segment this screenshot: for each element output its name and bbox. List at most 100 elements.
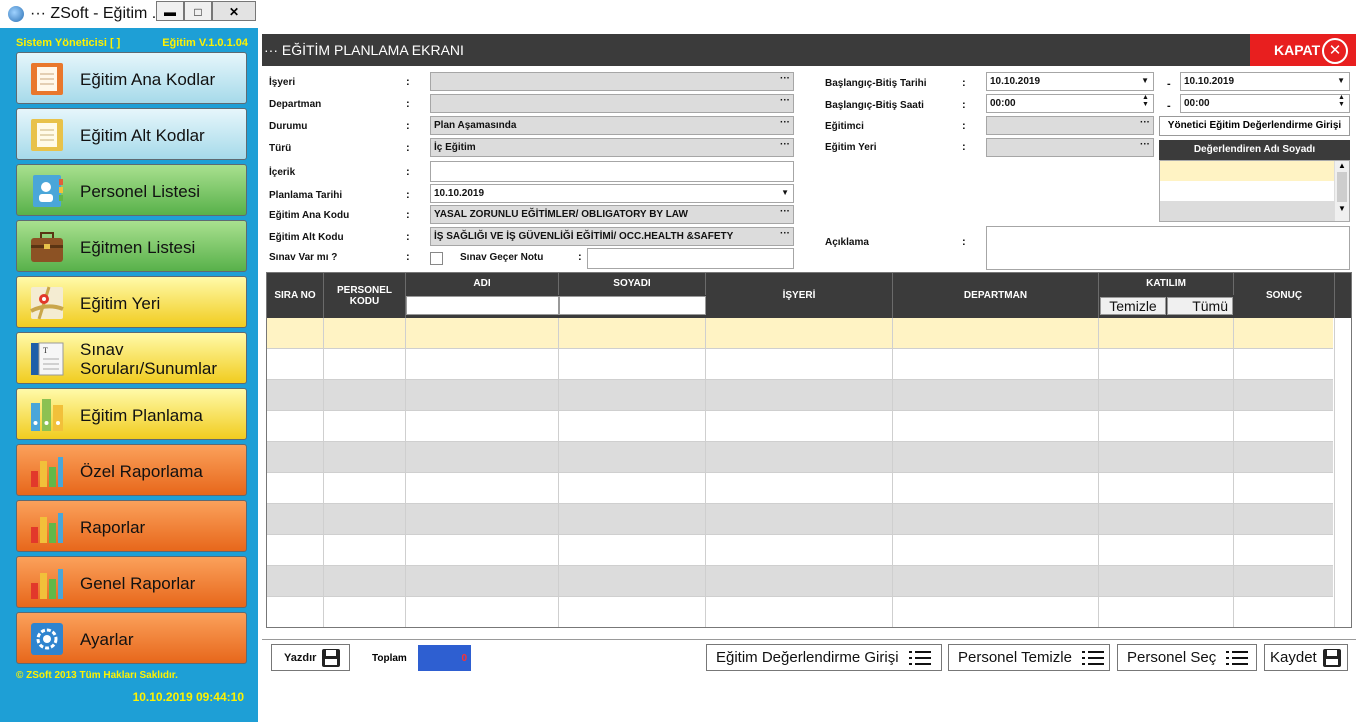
egitim-degerlendirme-button[interactable]: Eğitim Değerlendirme Girişi xyxy=(706,644,942,671)
table-row[interactable] xyxy=(267,473,1335,504)
table-row[interactable] xyxy=(267,349,1335,380)
table-cell[interactable] xyxy=(324,504,406,535)
chevron-down-icon[interactable]: ▼ xyxy=(781,188,789,197)
list-item[interactable] xyxy=(1160,161,1335,181)
egitimci-field[interactable]: ··· xyxy=(986,116,1154,135)
menu-personel-listesi[interactable]: Personel Listesi xyxy=(16,164,247,216)
table-cell[interactable] xyxy=(267,535,324,566)
table-cell[interactable] xyxy=(406,349,559,380)
yonetici-degerlendirme-button[interactable]: Yönetici Eğitim Değerlendirme Girişi xyxy=(1159,116,1350,136)
table-cell[interactable] xyxy=(406,411,559,442)
minimize-button[interactable]: ▬ xyxy=(156,1,184,21)
table-cell[interactable] xyxy=(1234,380,1335,411)
adi-filter-input[interactable] xyxy=(406,296,559,315)
turu-field[interactable]: İç Eğitim ··· xyxy=(430,138,794,157)
table-cell[interactable] xyxy=(324,535,406,566)
menu-egitim-alt-kodlar[interactable]: Eğitim Alt Kodlar xyxy=(16,108,247,160)
baslangic-saat-input[interactable]: 00:00 ▲▼ xyxy=(986,94,1154,113)
table-cell[interactable] xyxy=(1099,535,1234,566)
table-cell[interactable] xyxy=(267,473,324,504)
table-cell[interactable] xyxy=(324,473,406,504)
table-cell[interactable] xyxy=(1234,318,1335,349)
yazdir-button[interactable]: Yazdır xyxy=(271,644,350,671)
table-cell[interactable] xyxy=(1234,597,1335,627)
table-cell[interactable] xyxy=(706,318,893,349)
personel-sec-button[interactable]: Personel Seç xyxy=(1117,644,1257,671)
planlama-tarihi-picker[interactable]: 10.10.2019 ▼ xyxy=(430,184,794,203)
table-cell[interactable] xyxy=(893,504,1099,535)
col-departman[interactable]: DEPARTMAN xyxy=(893,273,1099,318)
tumu-button[interactable]: Tümü xyxy=(1167,297,1233,315)
chevron-down-icon[interactable]: ▼ xyxy=(1337,76,1345,85)
scroll-thumb[interactable] xyxy=(1337,172,1347,202)
table-cell[interactable] xyxy=(893,349,1099,380)
icerik-input[interactable] xyxy=(430,161,794,182)
degerlendiren-list[interactable]: ▲ ▼ xyxy=(1159,160,1350,222)
col-personel-kodu[interactable]: PERSONEL KODU xyxy=(324,273,406,318)
menu-genel-raporlar[interactable]: Genel Raporlar xyxy=(16,556,247,608)
scroll-up-icon[interactable]: ▲ xyxy=(1335,161,1349,170)
table-cell[interactable] xyxy=(1099,380,1234,411)
table-cell[interactable] xyxy=(324,349,406,380)
scrollbar[interactable]: ▲ ▼ xyxy=(1334,161,1349,221)
table-row[interactable] xyxy=(267,535,1335,566)
col-isyeri[interactable]: İŞYERİ xyxy=(706,273,893,318)
table-cell[interactable] xyxy=(893,597,1099,627)
list-item[interactable] xyxy=(1160,181,1335,201)
table-cell[interactable] xyxy=(559,318,706,349)
durumu-field[interactable]: Plan Aşamasında ··· xyxy=(430,116,794,135)
menu-raporlar[interactable]: Raporlar xyxy=(16,500,247,552)
col-sira-no[interactable]: SIRA NO xyxy=(267,273,324,318)
table-cell[interactable] xyxy=(559,535,706,566)
table-cell[interactable] xyxy=(267,442,324,473)
table-cell[interactable] xyxy=(1099,442,1234,473)
ellipsis-icon[interactable]: ··· xyxy=(780,73,790,84)
table-cell[interactable] xyxy=(559,411,706,442)
ellipsis-icon[interactable]: ··· xyxy=(780,228,790,239)
table-cell[interactable] xyxy=(406,442,559,473)
temizle-button[interactable]: Temizle xyxy=(1100,297,1166,315)
table-cell[interactable] xyxy=(893,535,1099,566)
bitis-tarih-picker[interactable]: 10.10.2019 ▼ xyxy=(1180,72,1350,91)
table-cell[interactable] xyxy=(706,566,893,597)
table-cell[interactable] xyxy=(406,504,559,535)
table-cell[interactable] xyxy=(559,349,706,380)
menu-egitim-yeri[interactable]: Eğitim Yeri xyxy=(16,276,247,328)
table-cell[interactable] xyxy=(324,566,406,597)
col-adi[interactable]: ADI xyxy=(406,273,559,295)
egitim-yeri-field[interactable]: ··· xyxy=(986,138,1154,157)
spinner-icon[interactable]: ▲▼ xyxy=(1141,95,1150,108)
ellipsis-icon[interactable]: ··· xyxy=(780,117,790,128)
table-cell[interactable] xyxy=(893,411,1099,442)
table-cell[interactable] xyxy=(267,318,324,349)
kaydet-button[interactable]: Kaydet xyxy=(1264,644,1348,671)
ana-kodu-field[interactable]: YASAL ZORUNLU EĞİTİMLER/ OBLIGATORY BY L… xyxy=(430,205,794,224)
ellipsis-icon[interactable]: ··· xyxy=(780,206,790,217)
ellipsis-icon[interactable]: ··· xyxy=(780,139,790,150)
alt-kodu-field[interactable]: İŞ SAĞLIĞI VE İŞ GÜVENLİĞİ EĞİTİMİ/ OCC.… xyxy=(430,227,794,246)
table-cell[interactable] xyxy=(706,442,893,473)
table-cell[interactable] xyxy=(1234,473,1335,504)
menu-ozel-raporlama[interactable]: Özel Raporlama xyxy=(16,444,247,496)
table-cell[interactable] xyxy=(706,504,893,535)
table-cell[interactable] xyxy=(1099,349,1234,380)
ellipsis-icon[interactable]: ··· xyxy=(780,95,790,106)
table-cell[interactable] xyxy=(406,473,559,504)
table-cell[interactable] xyxy=(406,535,559,566)
table-row[interactable] xyxy=(267,318,1335,349)
soyadi-filter-input[interactable] xyxy=(559,296,706,315)
table-cell[interactable] xyxy=(267,597,324,627)
table-cell[interactable] xyxy=(1234,442,1335,473)
table-cell[interactable] xyxy=(1099,473,1234,504)
table-cell[interactable] xyxy=(1099,566,1234,597)
table-cell[interactable] xyxy=(706,411,893,442)
table-cell[interactable] xyxy=(893,473,1099,504)
table-cell[interactable] xyxy=(406,318,559,349)
table-row[interactable] xyxy=(267,411,1335,442)
table-cell[interactable] xyxy=(324,442,406,473)
table-cell[interactable] xyxy=(1234,349,1335,380)
table-cell[interactable] xyxy=(706,535,893,566)
table-cell[interactable] xyxy=(706,380,893,411)
table-cell[interactable] xyxy=(893,380,1099,411)
maximize-button[interactable]: □ xyxy=(184,1,212,21)
